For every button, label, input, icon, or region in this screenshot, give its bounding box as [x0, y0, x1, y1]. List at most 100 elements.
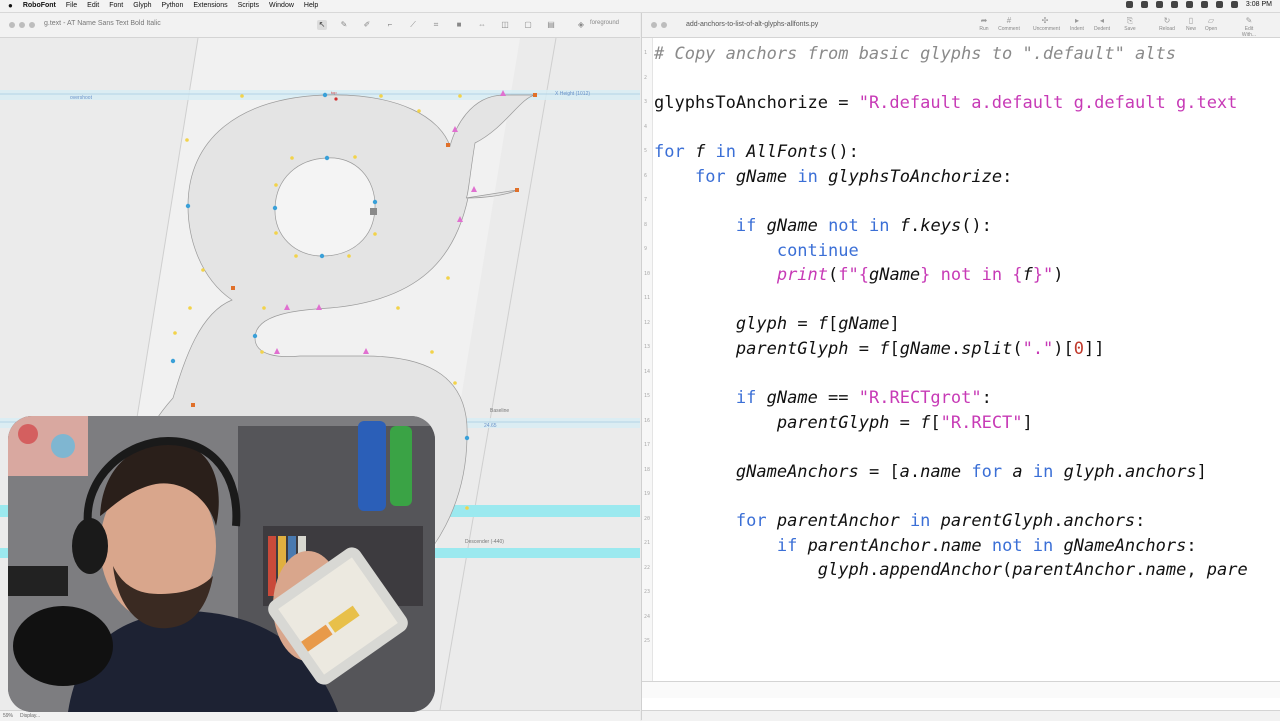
code-text-area[interactable]: # Copy anchors from basic glyphs to ".de… [654, 38, 1280, 688]
line-number: 24 [644, 613, 651, 620]
shape-tool-icon[interactable]: ⌗ [431, 20, 441, 30]
line-number: 9 [644, 246, 648, 252]
oncurve-point [170, 358, 176, 364]
zoom-window-button[interactable] [29, 22, 35, 28]
comment-icon: # [1006, 16, 1012, 25]
close-window-button[interactable] [9, 22, 15, 28]
indent-button[interactable]: ▸ Indent [1065, 16, 1089, 32]
wifi-icon[interactable] [1200, 1, 1208, 8]
code-line[interactable]: glyphsToAnchorize = "R.default a.default… [654, 93, 1248, 113]
code-line[interactable]: # Copy anchors from basic glyphs to ".de… [654, 44, 1176, 64]
minimize-window-button[interactable] [19, 22, 25, 28]
close-window-button[interactable] [651, 22, 657, 28]
status-icon[interactable] [1140, 1, 1148, 8]
code-line[interactable]: parentGlyph = f[gName.split(".")[0]] [654, 339, 1105, 359]
code-line[interactable]: glyph.appendAnchor(parentAnchor.name, pa… [654, 560, 1248, 580]
code-line[interactable]: if gName == "R.RECTgrot": [654, 388, 992, 408]
dedent-icon: ◂ [1099, 16, 1104, 25]
code-line[interactable]: glyph = f[gName] [654, 314, 900, 334]
slice-tool-icon[interactable]: ⌐ [385, 20, 395, 30]
menu-help[interactable]: Help [304, 2, 318, 9]
layers-tool-icon[interactable]: ◫ [500, 20, 510, 30]
pencil-tool-icon[interactable]: ✐ [362, 20, 372, 30]
selected-point [370, 208, 377, 215]
reload-icon: ↻ [1163, 16, 1171, 25]
glyph-inner-contour [274, 157, 376, 257]
code-line[interactable]: if parentAnchor.name not in gNameAnchors… [654, 536, 1197, 556]
menu-window[interactable]: Window [269, 2, 294, 9]
transform-tool-icon[interactable]: ⇔ [477, 20, 487, 30]
line-number: 22 [644, 564, 651, 571]
microphone [13, 606, 113, 686]
line-number: 17 [644, 442, 651, 448]
code-line[interactable]: parentGlyph = f["R.RECT"] [654, 413, 1033, 433]
bezier-tool-icon[interactable]: ✎ [339, 20, 349, 30]
status-icon[interactable] [1125, 1, 1133, 8]
line-number: 10 [644, 270, 651, 277]
line-number: 21 [644, 540, 651, 546]
minimize-window-button[interactable] [661, 22, 667, 28]
code-line[interactable]: for parentAnchor in parentGlyph.anchors: [654, 511, 1146, 531]
uncomment-button[interactable]: ✣ Uncomment [1033, 16, 1060, 32]
line-number: 14 [644, 368, 651, 375]
glyph-window-titlebar: g.text - AT Name Sans Text Bold Italic ↖… [0, 13, 640, 38]
reload-button[interactable]: ↻ Reload [1155, 16, 1179, 32]
code-line[interactable]: if gName not in f.keys(): [654, 216, 992, 236]
pointer-tool-icon[interactable]: ↖ [317, 20, 327, 30]
status-icon[interactable] [1185, 1, 1193, 8]
oncurve-point [319, 253, 325, 259]
measure-tool-icon[interactable]: ⟋ [408, 20, 418, 30]
corner-point [533, 93, 537, 97]
layer-selector[interactable]: foreground [590, 20, 619, 26]
line-number: 18 [644, 466, 651, 473]
glyph-window-title: g.text - AT Name Sans Text Bold Italic [44, 20, 161, 27]
menu-scripts[interactable]: Scripts [238, 2, 259, 9]
layer-icon: ◈ [577, 20, 585, 29]
webcam-overlay [8, 416, 435, 712]
save-button[interactable]: ⎘ Save [1118, 16, 1142, 32]
inspector-tool-icon[interactable]: ▤ [546, 20, 556, 30]
menu-extensions[interactable]: Extensions [193, 2, 227, 9]
status-icon[interactable] [1155, 1, 1163, 8]
search-icon[interactable] [1215, 1, 1223, 8]
line-number: 5 [644, 148, 648, 154]
menu-font[interactable]: Font [109, 2, 123, 9]
baseline-label: Baseline [490, 408, 509, 414]
menu-python[interactable]: Python [162, 2, 184, 9]
code-line[interactable]: continue [654, 241, 859, 261]
editor-statusbar [642, 710, 1280, 721]
preview-tool-icon[interactable]: ▢ [523, 20, 533, 30]
top-anchor-label: top [331, 90, 337, 95]
menu-file[interactable]: File [66, 2, 77, 9]
record-tool-icon[interactable]: ■ [454, 20, 464, 30]
zoom-level[interactable]: 59% [3, 713, 13, 719]
corner-point [231, 286, 235, 290]
edit-with-button[interactable]: ✎ Edit With... [1237, 16, 1261, 38]
code-line[interactable]: gNameAnchors = [a.name for a in glyph.an… [654, 462, 1207, 482]
run-button[interactable]: ➦ Run [972, 16, 996, 32]
code-line[interactable]: print(f"{gName} not in {f}") [654, 265, 1064, 285]
line-number: 20 [644, 515, 651, 522]
display-options[interactable]: Display... [20, 713, 40, 719]
status-icon[interactable] [1170, 1, 1178, 8]
line-number: 6 [644, 172, 648, 179]
menu-glyph[interactable]: Glyph [133, 2, 151, 9]
top-anchor-point [334, 97, 338, 101]
menu-edit[interactable]: Edit [87, 2, 99, 9]
code-line[interactable]: for gName in glyphsToAnchorize: [654, 167, 1012, 187]
line-number: 25 [644, 638, 651, 644]
open-button[interactable]: ▱ Open [1199, 16, 1223, 32]
apple-icon[interactable]: ● [8, 1, 13, 10]
mic-arm [8, 566, 68, 596]
comment-button[interactable]: # Comment [997, 16, 1021, 32]
code-line[interactable]: for f in AllFonts(): [654, 142, 859, 162]
clock[interactable]: 3:08 PM [1246, 1, 1272, 8]
dedent-button[interactable]: ◂ Dedent [1090, 16, 1114, 32]
line-number: 2 [644, 74, 648, 81]
output-pane-divider[interactable] [642, 681, 1280, 698]
control-center-icon[interactable] [1230, 1, 1238, 8]
indent-icon: ▸ [1074, 16, 1079, 25]
menu-app-name[interactable]: RoboFont [23, 2, 56, 9]
oncurve-point [464, 435, 470, 441]
menu-bar: ● RoboFont File Edit Font Glyph Python E… [0, 0, 1280, 13]
